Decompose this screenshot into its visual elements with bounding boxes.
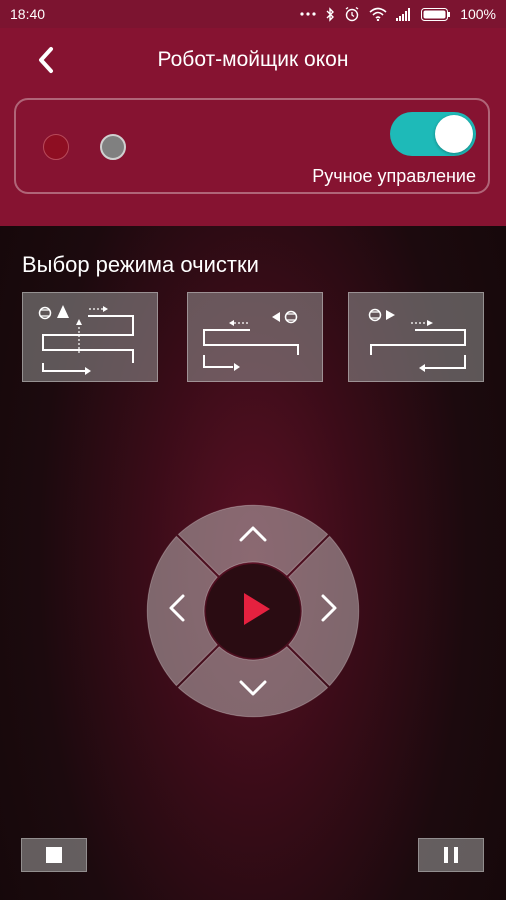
red-indicator [43,134,69,160]
alarm-icon [345,6,359,22]
stop-icon [46,847,62,863]
bluetooth-icon [326,6,335,22]
battery-icon [421,7,451,21]
wifi-icon [369,7,387,21]
app-header: Робот-мойщик окон Ручное управление [0,28,506,226]
mode-button-2[interactable] [187,292,323,382]
cleaning-path-2-icon [203,310,299,371]
toggle-knob [435,115,473,153]
status-bar: 18:40 100% [0,0,506,28]
page-title: Робот-мойщик окон [157,48,349,71]
battery-percent: 100% [460,6,496,22]
status-icons: 100% [300,6,496,22]
mode-button-3[interactable] [348,292,484,382]
gray-indicator [100,134,126,160]
manual-control-toggle[interactable] [390,112,476,156]
status-time: 18:40 [10,6,46,22]
pause-button[interactable] [418,838,484,872]
pause-icon [444,847,458,863]
cleaning-path-1-icon [38,305,134,375]
signal-icon [396,7,411,21]
more-dots-icon [300,12,316,16]
cleaning-path-3-icon [368,308,466,372]
stop-button[interactable] [21,838,87,872]
cleaning-mode-title: Выбор режима очистки [22,252,259,277]
manual-control-label: Ручное управление [312,166,476,186]
status-panel: Ручное управление [14,98,490,194]
mode-button-1[interactable] [22,292,158,382]
